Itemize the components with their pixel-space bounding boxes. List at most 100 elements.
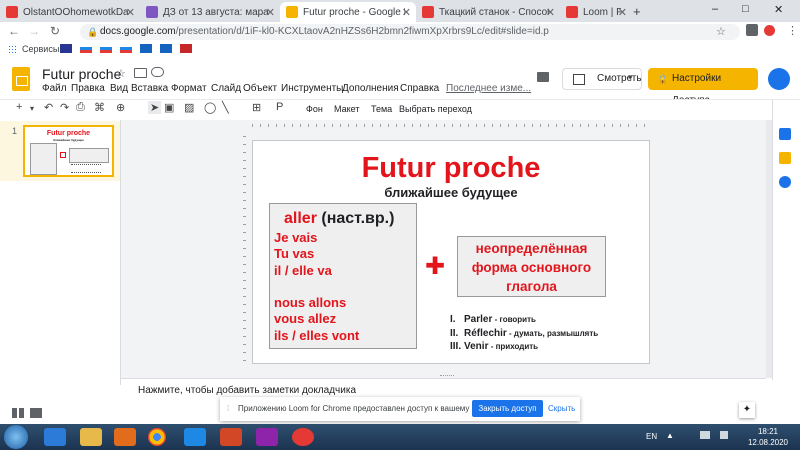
media-player-icon[interactable] <box>114 428 136 446</box>
browser-tab[interactable]: OlstantOOhomewotkDay4 ✕ <box>0 2 140 22</box>
menu-item[interactable]: Инструменты <box>281 83 343 94</box>
menu-item[interactable]: Правка <box>71 83 105 94</box>
bookmark-flag-icon[interactable] <box>60 44 72 53</box>
menu-item[interactable]: Вставка <box>131 83 168 94</box>
comments-icon[interactable] <box>537 72 549 82</box>
theme-button[interactable]: Тема <box>371 104 392 114</box>
url-bar[interactable]: 🔒 docs.google.com/presentation/d/1iF-kl0… <box>80 24 740 40</box>
transition-button[interactable]: Выбрать переход <box>399 104 472 114</box>
minimize-button[interactable]: – <box>712 3 718 15</box>
chrome-icon[interactable] <box>148 428 166 446</box>
last-edit-link[interactable]: Последнее изме... <box>446 83 531 94</box>
redo-icon[interactable]: ↷ <box>60 101 69 114</box>
tab-close-icon[interactable]: ✕ <box>126 6 135 19</box>
archive-icon[interactable] <box>256 428 278 446</box>
slide-title[interactable]: Futur proche <box>253 152 649 185</box>
document-title[interactable]: Futur proche <box>42 66 121 82</box>
tasks-icon[interactable] <box>779 176 791 188</box>
star-icon[interactable]: ☆ <box>116 67 126 80</box>
forward-icon[interactable]: → <box>28 24 40 38</box>
app-icon[interactable] <box>292 428 314 446</box>
text-box-icon[interactable]: ▣ <box>164 101 174 114</box>
apps-icon[interactable] <box>8 45 16 53</box>
language-indicator[interactable]: EN <box>646 432 657 441</box>
share-button[interactable]: 🔒 Настройки Доступа <box>648 68 758 106</box>
slide-thumbnail[interactable]: Futur proche ближайшее будущее <box>23 125 114 177</box>
layout-button[interactable]: Макет <box>334 104 359 114</box>
browser-tab[interactable]: ДЗ от 13 августа: марафон "ДЗ"✕ <box>140 2 280 22</box>
present-dropdown[interactable]: ▾ <box>628 72 633 83</box>
explore-icon[interactable]: ✦ <box>739 402 755 418</box>
bookmark-services[interactable]: Сервисы <box>22 44 59 54</box>
bookmark-flag-icon[interactable] <box>100 44 112 53</box>
undo-icon[interactable]: ↶ <box>44 101 53 114</box>
chevron-down-icon[interactable]: ▾ <box>30 104 34 113</box>
menu-item[interactable]: Файл <box>42 83 67 94</box>
back-icon[interactable]: ← <box>8 24 20 38</box>
browser-tab[interactable]: Futur proche - Google Презент✕ <box>280 2 416 22</box>
bookmark-flag-icon[interactable] <box>120 44 132 53</box>
menu-item[interactable]: Слайд <box>211 83 241 94</box>
notes-resize-handle[interactable] <box>440 375 454 378</box>
slide[interactable]: Futur proche ближайшее будущее aller (на… <box>252 140 650 364</box>
browser-tab[interactable]: Ткацкий станок - Способы ис✕ <box>416 2 560 22</box>
select-icon[interactable]: ➤ <box>148 101 162 114</box>
browser-tab[interactable]: Loom | Free Screen & Video✕ <box>560 2 632 22</box>
new-tab-button[interactable]: + <box>633 4 641 19</box>
comment-add-icon[interactable]: ⊞ <box>252 101 261 114</box>
network-icon[interactable] <box>700 431 710 439</box>
image-icon[interactable]: ▨ <box>184 101 194 114</box>
text-format-icon[interactable]: P <box>276 101 283 113</box>
zoom-icon[interactable]: ⊕ <box>116 101 125 114</box>
extension-icon[interactable] <box>746 24 758 36</box>
tab-close-icon[interactable]: ✕ <box>402 6 411 19</box>
background-button[interactable]: Фон <box>306 104 323 114</box>
explorer-icon[interactable] <box>80 428 102 446</box>
menu-item[interactable]: Вид <box>110 83 128 94</box>
star-icon[interactable]: ☆ <box>716 25 726 38</box>
filmstrip-view-icon[interactable] <box>30 408 42 418</box>
menu-item[interactable]: Формат <box>171 83 207 94</box>
tab-close-icon[interactable]: ✕ <box>266 6 275 19</box>
infinitive-box[interactable]: неопределённая форма основного глагола <box>457 236 606 297</box>
tab-close-icon[interactable]: ✕ <box>546 6 555 19</box>
bookmark-flag-icon[interactable] <box>180 44 192 53</box>
tray-arrow-icon[interactable]: ▲ <box>666 431 674 440</box>
notes-placeholder[interactable]: Нажмите, чтобы добавить заметки докладчи… <box>138 385 356 396</box>
powerpoint-icon[interactable] <box>220 428 242 446</box>
menu-dots-icon[interactable]: ⋮ <box>787 24 798 37</box>
start-icon[interactable] <box>4 425 28 449</box>
paint-format-icon[interactable]: ⌘ <box>94 101 105 114</box>
bookmark-flag-icon[interactable] <box>80 44 92 53</box>
print-icon[interactable]: ⎙ <box>76 101 85 114</box>
stop-sharing-button[interactable]: Закрыть доступ <box>472 400 543 417</box>
maximize-button[interactable]: □ <box>742 3 749 15</box>
calendar-icon[interactable] <box>779 128 791 140</box>
app-icon[interactable] <box>184 428 206 446</box>
menu-item[interactable]: Дополнения <box>342 83 399 94</box>
volume-icon[interactable] <box>720 431 728 439</box>
grid-view-icon[interactable] <box>12 408 24 418</box>
aller-box[interactable]: aller (наст.вр.) Je vais Tu vas il / elle … <box>269 203 417 349</box>
folder-icon[interactable] <box>134 68 147 78</box>
close-window-button[interactable]: ✕ <box>774 3 783 16</box>
ie-icon[interactable] <box>44 428 66 446</box>
menu-item[interactable]: Объект <box>243 83 277 94</box>
bookmark-flag-icon[interactable] <box>160 44 172 53</box>
bookmark-flag-icon[interactable] <box>140 44 152 53</box>
loom-extension-icon[interactable] <box>764 25 775 36</box>
avatar[interactable] <box>768 68 790 90</box>
keep-icon[interactable] <box>779 152 791 164</box>
shape-icon[interactable]: ◯ <box>204 101 216 114</box>
new-slide-icon[interactable]: + <box>16 101 22 113</box>
reload-icon[interactable]: ↻ <box>50 24 60 38</box>
line-icon[interactable]: ╲ <box>222 101 229 114</box>
menu-item[interactable]: Справка <box>400 83 439 94</box>
tab-close-icon[interactable]: ✕ <box>618 6 627 19</box>
vertical-ruler <box>243 136 246 368</box>
drag-handle-icon[interactable]: ⁞ <box>227 404 229 413</box>
cloud-icon[interactable] <box>151 67 164 77</box>
hide-button[interactable]: Скрыть <box>548 404 575 413</box>
slide-subtitle[interactable]: ближайшее будущее <box>253 185 649 200</box>
taskbar-clock[interactable]: 18:21 12.08.2020 <box>740 426 796 448</box>
